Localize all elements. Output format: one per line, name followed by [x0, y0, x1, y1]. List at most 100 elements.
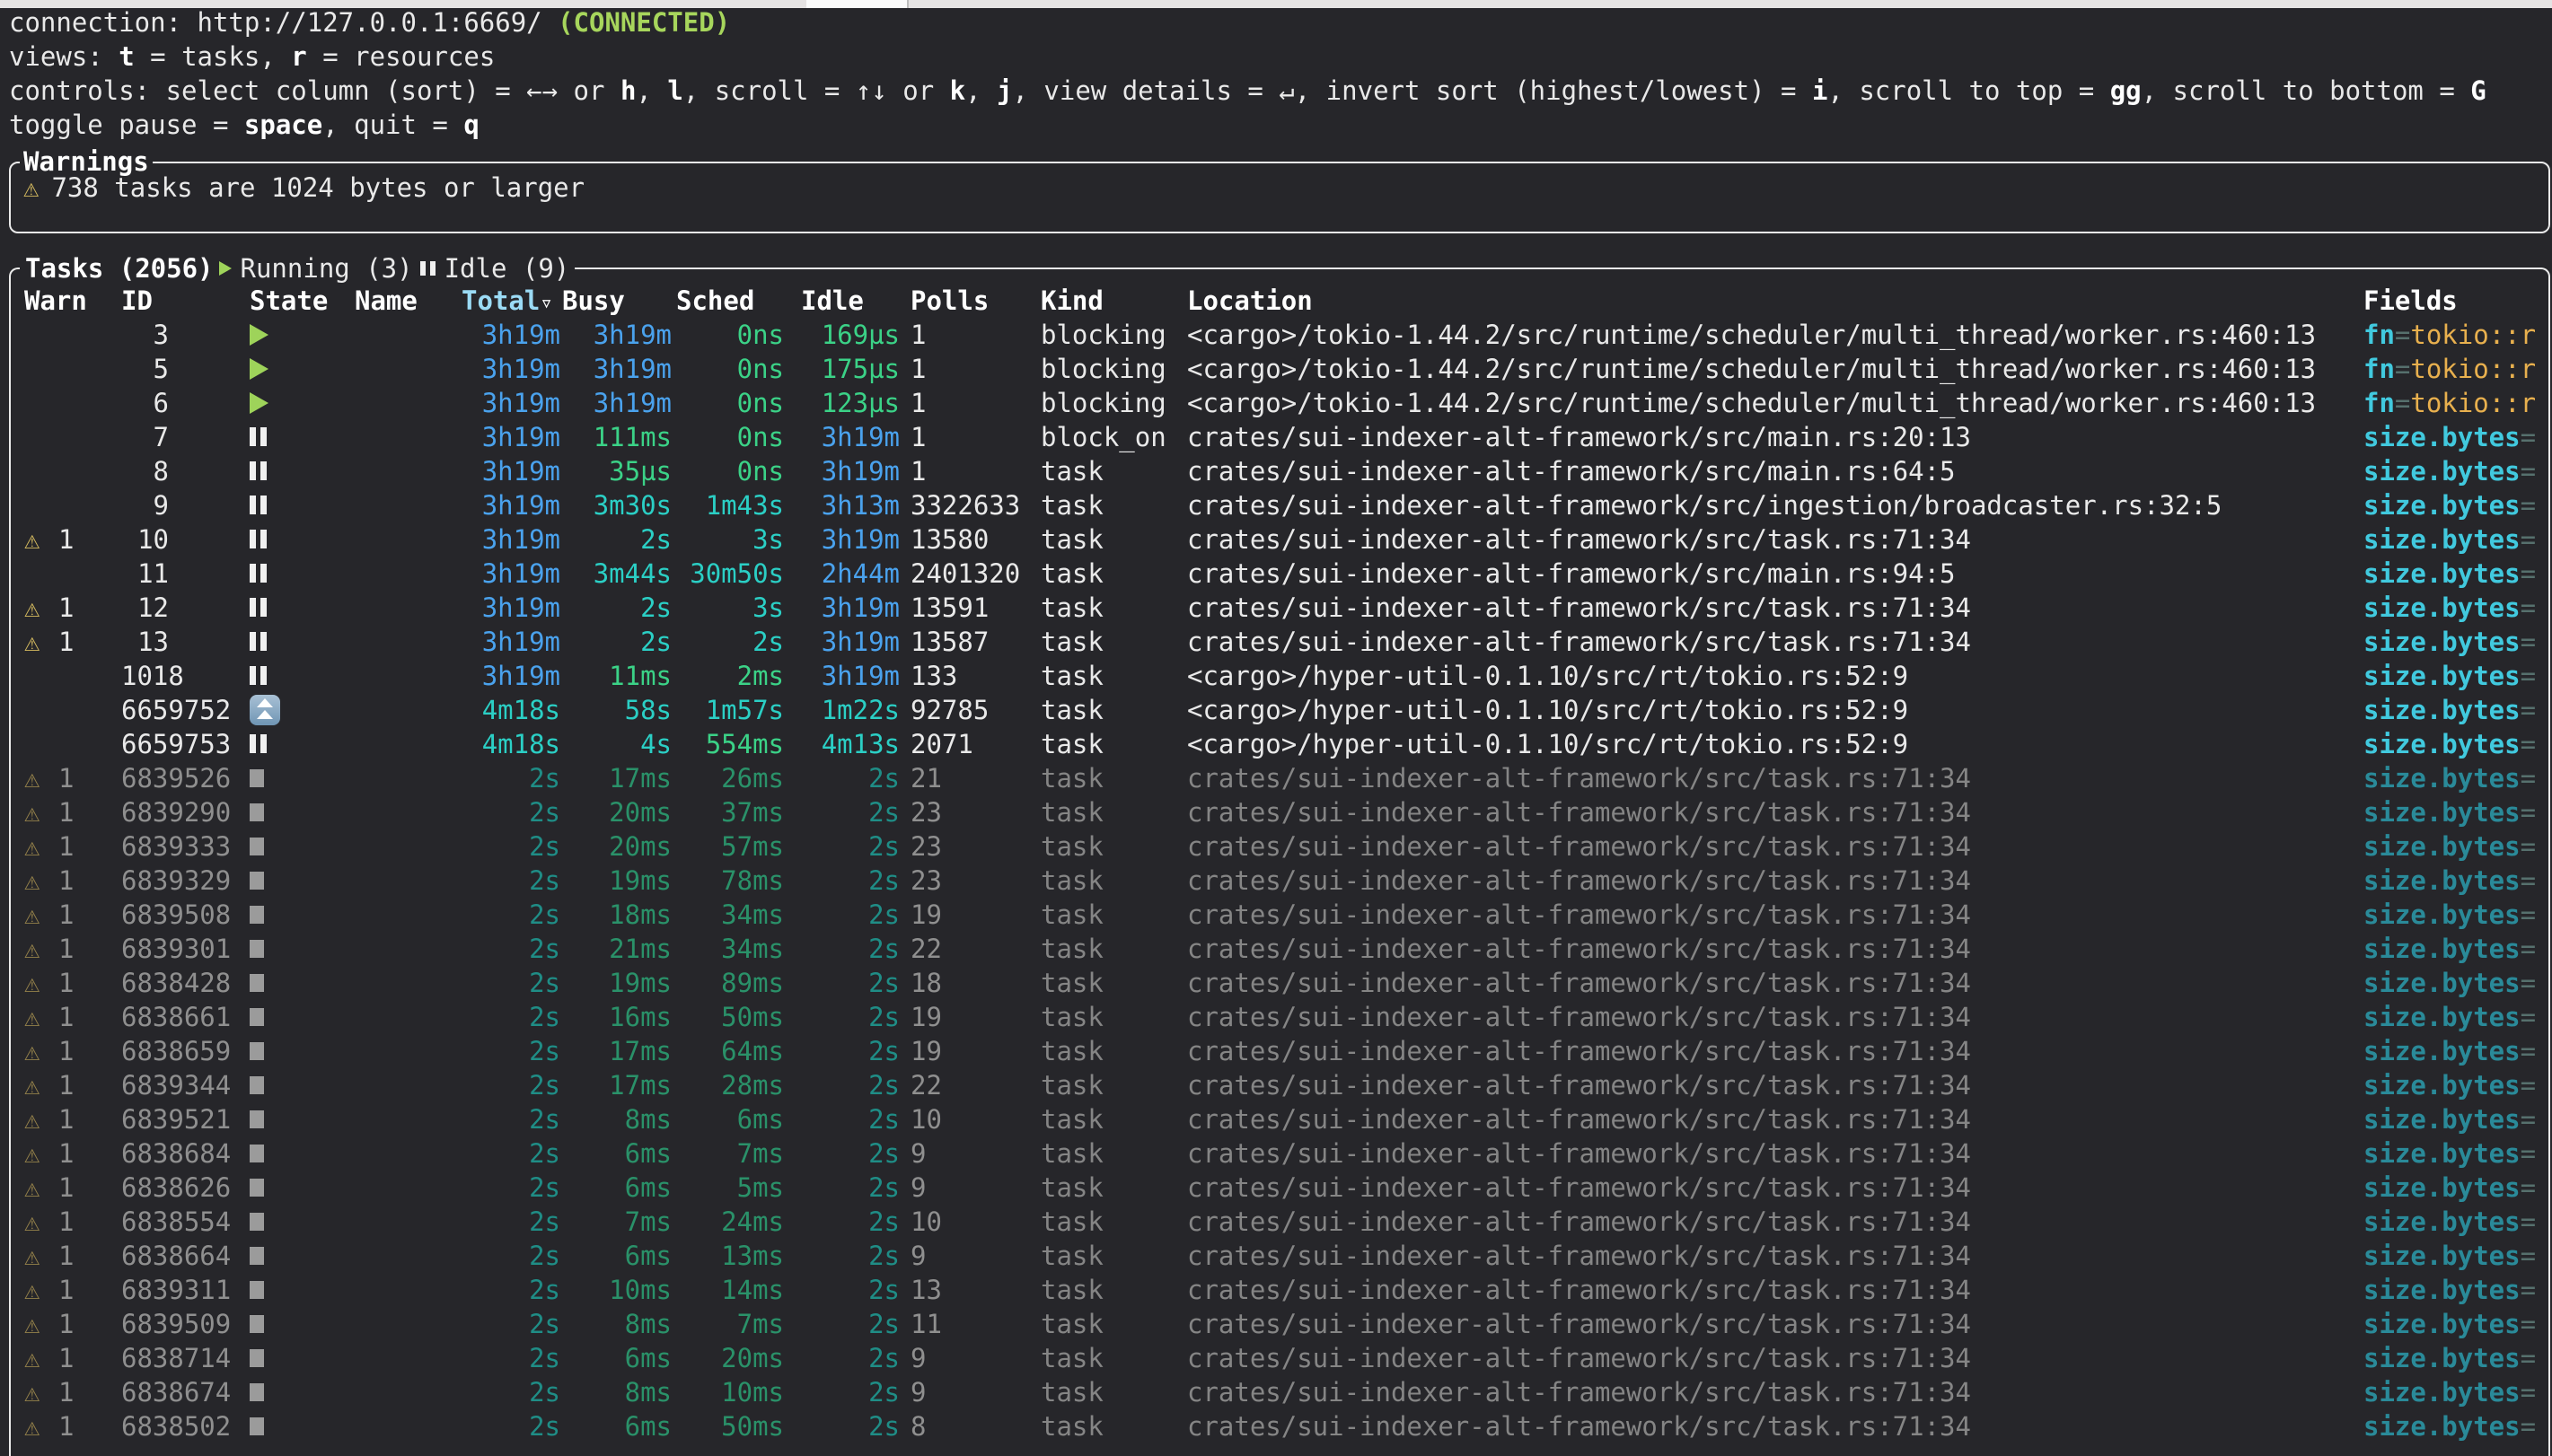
completed-icon	[250, 872, 264, 890]
status-text: ←→	[526, 75, 558, 106]
column-header-location[interactable]: Location	[1187, 284, 1313, 318]
task-row[interactable]: 63h19m3h19m0ns123µs1blocking<cargo>/toki…	[11, 386, 2548, 420]
task-row[interactable]: ⚠1133h19m2s2s3h19m13587taskcrates/sui-in…	[11, 625, 2548, 659]
task-row[interactable]: 93h19m3m30s1m43s3h13m3322633taskcrates/s…	[11, 488, 2548, 522]
completed-icon	[250, 838, 264, 855]
task-row[interactable]: ⚠168384282s19ms89ms2s18taskcrates/sui-in…	[11, 966, 2548, 1000]
task-row[interactable]: ⚠168393112s10ms14ms2s13taskcrates/sui-in…	[11, 1273, 2548, 1307]
cell-state	[250, 966, 264, 1000]
warning-icon: ⚠	[24, 591, 40, 625]
task-row[interactable]: 53h19m3h19m0ns175µs1blocking<cargo>/toki…	[11, 352, 2548, 386]
task-row[interactable]: 33h19m3h19m0ns169µs1blocking<cargo>/toki…	[11, 318, 2548, 352]
task-row[interactable]: ⚠168385022s6ms50ms2s8taskcrates/sui-inde…	[11, 1409, 2548, 1443]
task-row[interactable]: ⚠168386642s6ms13ms2s9taskcrates/sui-inde…	[11, 1239, 2548, 1273]
cell-fields: size.bytes=	[2363, 727, 2536, 761]
cell-id: 6838428	[121, 966, 247, 1000]
cell-location: <cargo>/tokio-1.44.2/src/runtime/schedul…	[1187, 386, 2316, 420]
cell-sched: 28ms	[673, 1068, 784, 1102]
cell-idle: 3h19m	[785, 454, 900, 488]
task-row[interactable]: ⚠168386842s6ms7ms2s9taskcrates/sui-index…	[11, 1136, 2548, 1171]
cell-location: crates/sui-indexer-alt-framework/src/tas…	[1187, 1102, 1971, 1136]
cell-total: 2s	[449, 829, 560, 864]
cell-id: 6838684	[121, 1136, 247, 1171]
table-header: Warn ID State Name Total▿ Busy Sched Idle Polls K…	[11, 284, 2548, 318]
cell-idle: 2s	[785, 795, 900, 829]
cell-total: 3h19m	[449, 522, 560, 557]
cell-sched: 37ms	[673, 795, 784, 829]
cell-warn-count: 1	[58, 1239, 74, 1273]
task-row[interactable]: 10183h19m11ms2ms3h19m133task<cargo>/hype…	[11, 659, 2548, 693]
cell-sched: 78ms	[673, 864, 784, 898]
cell-location: crates/sui-indexer-alt-framework/src/tas…	[1187, 1171, 1971, 1205]
cell-location: crates/sui-indexer-alt-framework/src/tas…	[1187, 1409, 1971, 1443]
column-header-fields[interactable]: Fields	[2363, 284, 2458, 318]
cell-fields: size.bytes=	[2363, 1034, 2536, 1068]
task-row[interactable]: ⚠168392902s20ms37ms2s23taskcrates/sui-in…	[11, 795, 2548, 829]
warning-icon: ⚠	[24, 966, 40, 1000]
cell-total: 2s	[449, 864, 560, 898]
column-header-kind[interactable]: Kind	[1041, 284, 1104, 318]
status-text: controls: select column (sort) =	[9, 75, 526, 106]
cell-id: 3	[121, 318, 247, 352]
task-row[interactable]: ⚠1123h19m2s3s3h19m13591taskcrates/sui-in…	[11, 591, 2548, 625]
cell-state	[250, 625, 267, 659]
cell-state	[250, 591, 267, 625]
column-header-state[interactable]: State	[250, 284, 328, 318]
task-row[interactable]: 66597524m18s58s1m57s1m22s92785task<cargo…	[11, 693, 2548, 727]
task-row[interactable]: ⚠168386592s17ms64ms2s19taskcrates/sui-in…	[11, 1034, 2548, 1068]
column-header-name[interactable]: Name	[355, 284, 418, 318]
cell-location: crates/sui-indexer-alt-framework/src/tas…	[1187, 522, 1971, 557]
task-row[interactable]: ⚠168393332s20ms57ms2s23taskcrates/sui-in…	[11, 829, 2548, 864]
task-row[interactable]: ⚠168393442s17ms28ms2s22taskcrates/sui-in…	[11, 1068, 2548, 1102]
cell-sched: 2ms	[673, 659, 784, 693]
column-header-total[interactable]: Total▿	[462, 284, 553, 318]
cell-location: crates/sui-indexer-alt-framework/src/tas…	[1187, 1136, 1971, 1171]
column-header-sched[interactable]: Sched	[676, 284, 754, 318]
cell-kind: task	[1041, 522, 1104, 557]
task-row[interactable]: ⚠168387142s6ms20ms2s9taskcrates/sui-inde…	[11, 1341, 2548, 1375]
column-header-polls[interactable]: Polls	[911, 284, 989, 318]
cell-fields: size.bytes=	[2363, 557, 2536, 591]
warning-icon: ⚠	[24, 1273, 40, 1307]
warning-icon: ⚠	[24, 761, 40, 795]
task-row[interactable]: 73h19m111ms0ns3h19m1block_oncrates/sui-i…	[11, 420, 2548, 454]
warning-icon: ⚠	[24, 864, 40, 898]
cell-total: 3h19m	[449, 386, 560, 420]
task-row[interactable]: 66597534m18s4s554ms4m13s2071task<cargo>/…	[11, 727, 2548, 761]
cell-kind: task	[1041, 1102, 1104, 1136]
cell-busy: 8ms	[560, 1307, 672, 1341]
task-row[interactable]: ⚠168395082s18ms34ms2s19taskcrates/sui-in…	[11, 898, 2548, 932]
column-header-id[interactable]: ID	[121, 284, 153, 318]
task-row[interactable]: 83h19m35µs0ns3h19m1taskcrates/sui-indexe…	[11, 454, 2548, 488]
cell-total: 2s	[449, 1136, 560, 1171]
task-row[interactable]: 113h19m3m44s30m50s2h44m2401320taskcrates…	[11, 557, 2548, 591]
task-row[interactable]: ⚠168393012s21ms34ms2s22taskcrates/sui-in…	[11, 932, 2548, 966]
cell-fields: size.bytes=	[2363, 829, 2536, 864]
task-row[interactable]: ⚠168386262s6ms5ms2s9taskcrates/sui-index…	[11, 1171, 2548, 1205]
status-line: controls: select column (sort) = ←→ or h…	[9, 74, 2486, 108]
task-row[interactable]: ⚠168395262s17ms26ms2s21taskcrates/sui-in…	[11, 761, 2548, 795]
cell-idle: 2h44m	[785, 557, 900, 591]
cell-location: crates/sui-indexer-alt-framework/src/mai…	[1187, 557, 1956, 591]
column-header-busy[interactable]: Busy	[562, 284, 625, 318]
column-header-idle[interactable]: Idle	[801, 284, 864, 318]
cell-fields: size.bytes=	[2363, 625, 2536, 659]
cell-sched: 20ms	[673, 1341, 784, 1375]
key-hint: r	[291, 41, 306, 72]
task-row[interactable]: ⚠1103h19m2s3s3h19m13580taskcrates/sui-in…	[11, 522, 2548, 557]
task-row[interactable]: ⚠168393292s19ms78ms2s23taskcrates/sui-in…	[11, 864, 2548, 898]
cell-idle: 2s	[785, 932, 900, 966]
cell-busy: 6ms	[560, 1341, 672, 1375]
cell-fields: fn=tokio::r	[2363, 318, 2536, 352]
cell-state	[250, 795, 264, 829]
task-row[interactable]: ⚠168386742s8ms10ms2s9taskcrates/sui-inde…	[11, 1375, 2548, 1409]
task-row[interactable]: ⚠168385542s7ms24ms2s10taskcrates/sui-ind…	[11, 1205, 2548, 1239]
cell-kind: task	[1041, 488, 1104, 522]
task-row[interactable]: ⚠168395092s8ms7ms2s11taskcrates/sui-inde…	[11, 1307, 2548, 1341]
cell-busy: 111ms	[560, 420, 672, 454]
cell-busy: 16ms	[560, 1000, 672, 1034]
task-row[interactable]: ⚠168395212s8ms6ms2s10taskcrates/sui-inde…	[11, 1102, 2548, 1136]
column-header-warn[interactable]: Warn	[24, 284, 87, 318]
task-row[interactable]: ⚠168386612s16ms50ms2s19taskcrates/sui-in…	[11, 1000, 2548, 1034]
cell-fields: size.bytes=	[2363, 1239, 2536, 1273]
